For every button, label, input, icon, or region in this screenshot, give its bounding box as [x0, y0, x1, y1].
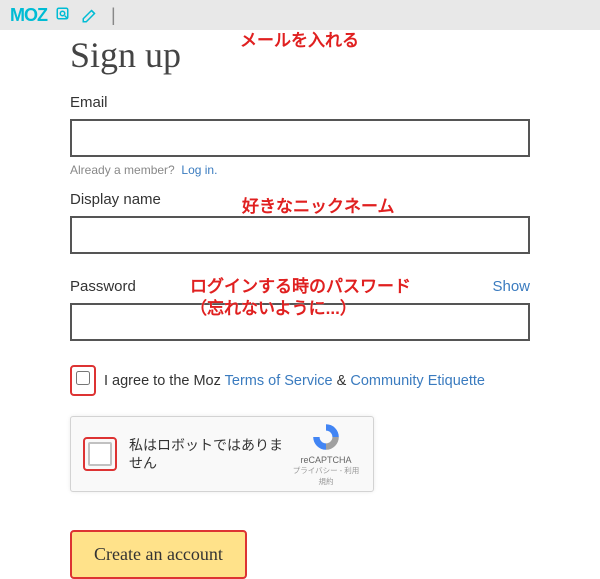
- agree-checkbox[interactable]: [76, 371, 90, 385]
- password-input[interactable]: [70, 303, 530, 341]
- page-title: Sign up: [70, 34, 530, 76]
- recaptcha-brand: reCAPTCHA: [291, 455, 361, 465]
- recaptcha-terms: プライバシー - 利用規約: [291, 465, 361, 487]
- signup-form: Sign up Email Already a member? Log in. …: [0, 34, 600, 579]
- recaptcha-widget: 私はロボットではありません reCAPTCHA プライバシー - 利用規約: [70, 416, 374, 492]
- recaptcha-checkbox[interactable]: [88, 442, 112, 466]
- recaptcha-checkbox-highlight: [83, 437, 117, 471]
- edit-icon[interactable]: [81, 6, 99, 24]
- submit-highlight: Create an account: [70, 530, 247, 579]
- displayname-input[interactable]: [70, 216, 530, 254]
- login-link[interactable]: Log in.: [181, 163, 217, 177]
- topbar: MOZ |: [0, 0, 600, 30]
- already-member-hint: Already a member? Log in.: [70, 163, 530, 177]
- search-icon[interactable]: [55, 6, 73, 24]
- cursor-separator: |: [111, 5, 116, 26]
- etiquette-link[interactable]: Community Etiquette: [350, 373, 485, 389]
- recaptcha-icon: [310, 421, 342, 453]
- show-password-link[interactable]: Show: [492, 278, 530, 295]
- agree-text: I agree to the Moz Terms of Service & Co…: [104, 373, 485, 389]
- email-label: Email: [70, 94, 530, 111]
- tos-link[interactable]: Terms of Service: [225, 373, 333, 389]
- displayname-label: Display name: [70, 191, 530, 208]
- password-group: Password Show: [70, 278, 530, 341]
- email-group: Email Already a member? Log in.: [70, 94, 530, 177]
- agree-row: I agree to the Moz Terms of Service & Co…: [70, 365, 530, 396]
- password-label: Password: [70, 278, 136, 295]
- create-account-button[interactable]: Create an account: [76, 536, 241, 573]
- recaptcha-logo-area: reCAPTCHA プライバシー - 利用規約: [291, 421, 361, 487]
- recaptcha-label: 私はロボットではありません: [129, 436, 291, 472]
- moz-logo: MOZ: [10, 5, 47, 26]
- displayname-group: Display name: [70, 191, 530, 254]
- email-input[interactable]: [70, 119, 530, 157]
- agree-checkbox-highlight: [70, 365, 96, 396]
